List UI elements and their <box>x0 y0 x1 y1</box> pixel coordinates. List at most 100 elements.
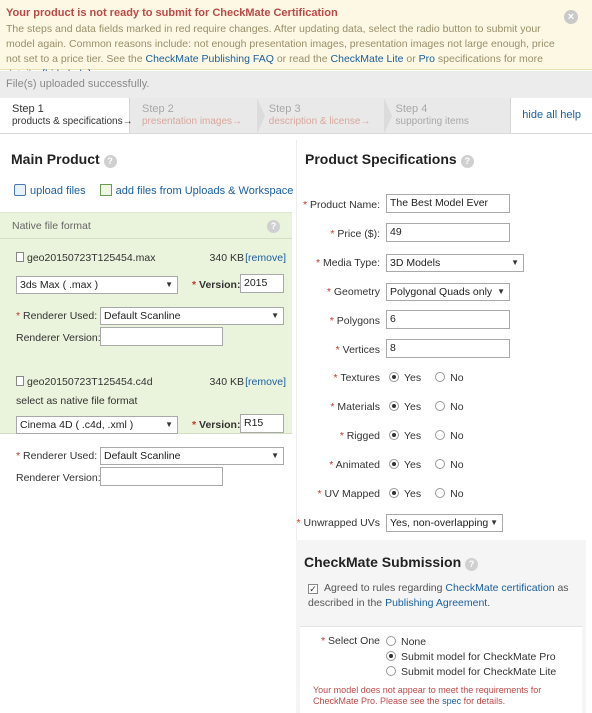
media-type-select[interactable]: 3D Models ▼ <box>386 254 524 272</box>
upload-actions: upload files add files from Uploads & Wor… <box>14 184 293 197</box>
certification-link[interactable]: CheckMate certification <box>445 582 554 594</box>
add-files-icon <box>99 184 112 196</box>
chevron-down-icon: ▼ <box>165 280 173 289</box>
agreement-text: . <box>487 597 491 609</box>
unwrapped-uvs-label: * Unwrapped UVs <box>296 517 380 529</box>
product-name-input[interactable]: The Best Model Ever <box>386 194 510 213</box>
vertices-input[interactable]: 8 <box>386 339 510 358</box>
radio-no[interactable]: No <box>435 459 464 471</box>
help-icon[interactable]: ? <box>460 154 474 168</box>
renderer-version-label: Renderer Version: <box>16 332 101 344</box>
radio-checked-icon <box>389 488 399 498</box>
step-number: Step 1 <box>12 103 44 115</box>
alert-text: or <box>403 53 419 65</box>
step-label: supporting items <box>395 116 469 127</box>
unwrapped-uvs-select[interactable]: Yes, non-overlapping ▼ <box>386 514 503 532</box>
radio-no[interactable]: No <box>435 372 464 384</box>
product-name-label: * Product Name: <box>302 199 380 211</box>
checkmate-radio-group: None Submit model for CheckMate Pro Subm… <box>386 635 556 680</box>
spec-link[interactable]: spec <box>442 696 461 706</box>
radio-label: Yes <box>404 401 422 413</box>
renderer-version-input[interactable] <box>100 327 223 346</box>
native-file-header: Native file format ? <box>0 213 292 239</box>
option-lite[interactable]: Submit model for CheckMate Lite <box>386 665 556 680</box>
radio-checked-icon <box>389 372 399 382</box>
renderer-used-label-text: Renderer Used: <box>23 450 98 462</box>
renderer-select[interactable]: Default Scanline ▼ <box>100 307 284 325</box>
radio-unchecked-icon <box>386 666 396 676</box>
upload-files-link[interactable]: upload files <box>30 185 86 197</box>
label-text: Materials <box>337 401 380 413</box>
publishing-agreement-link[interactable]: Publishing Agreement <box>385 597 487 609</box>
renderer-version-input[interactable] <box>100 467 223 486</box>
label-text: Product Name: <box>309 199 380 211</box>
native-file-label: Native file format <box>12 220 91 232</box>
main-product-heading: Main Product? <box>11 151 117 168</box>
help-icon[interactable]: ? <box>465 557 479 571</box>
file-row: geo20150723T125454.c4d 340 KB [remove] <box>16 376 286 388</box>
file-name: geo20150723T125454.max <box>27 252 156 264</box>
help-icon[interactable]: ? <box>103 154 117 168</box>
tab-step-1[interactable]: Step 1 products & specifications→ <box>0 98 133 133</box>
radio-label: Yes <box>404 430 422 442</box>
chevron-down-icon: ▼ <box>511 258 519 267</box>
tab-step-4[interactable]: Step 4 supporting items <box>384 98 511 133</box>
radio-yes[interactable]: Yes <box>389 459 421 471</box>
close-icon[interactable]: × <box>564 10 578 24</box>
radio-no[interactable]: No <box>435 430 464 442</box>
label-text: Vertices <box>342 344 380 356</box>
upload-notice: File(s) uploaded successfully. <box>0 71 592 98</box>
radio-yes[interactable]: Yes <box>389 372 421 384</box>
radio-yes[interactable]: Yes <box>389 488 421 500</box>
price-label: * Price ($): <box>330 228 380 240</box>
polygons-input[interactable]: 6 <box>386 310 510 329</box>
radio-label: No <box>450 488 464 500</box>
geometry-select[interactable]: Polygonal Quads only ▼ <box>386 283 510 301</box>
radio-checked-icon <box>389 401 399 411</box>
renderer-used-label: * Renderer Used: <box>16 450 98 462</box>
file-row: geo20150723T125454.max 340 KB [remove] <box>16 252 286 264</box>
file-size: 340 KB <box>209 376 244 388</box>
chevron-down-icon: ▼ <box>497 287 505 296</box>
faq-link[interactable]: CheckMate Publishing FAQ <box>146 53 274 65</box>
radio-yes[interactable]: Yes <box>389 401 421 413</box>
file-format-select[interactable]: Cinema 4D ( .c4d, .xml ) ▼ <box>16 416 178 434</box>
radio-label: Yes <box>404 459 422 471</box>
file-size: 340 KB <box>209 252 244 264</box>
select-value: Cinema 4D ( .c4d, .xml ) <box>20 419 134 431</box>
agreement-checkbox[interactable]: ✓ <box>308 584 318 594</box>
radio-unchecked-icon <box>435 372 446 382</box>
select-value: Default Scanline <box>104 450 181 462</box>
hide-all-help-link[interactable]: hide all help <box>510 98 592 133</box>
radio-no[interactable]: No <box>435 401 464 413</box>
file-format-select[interactable]: 3ds Max ( .max ) ▼ <box>16 276 178 294</box>
step-nav: Step 1 products & specifications→ Step 2… <box>0 98 592 134</box>
alert-title: Your product is not ready to submit for … <box>6 7 338 19</box>
option-none[interactable]: None <box>386 635 556 650</box>
select-native-link[interactable]: select as native file format <box>16 395 137 407</box>
radio-yes[interactable]: Yes <box>389 430 421 442</box>
tab-step-3[interactable]: Step 3 description & license→ <box>257 98 392 134</box>
add-files-link[interactable]: add files from Uploads & Workspace <box>116 185 294 197</box>
pro-spec-link[interactable]: Pro <box>419 53 435 65</box>
label-text: Rigged <box>346 430 380 442</box>
radio-label: No <box>450 372 464 384</box>
radio-label: Yes <box>404 488 422 500</box>
renderer-used-label: * Renderer Used: <box>16 310 98 322</box>
select-value: Yes, non-overlapping <box>390 517 489 529</box>
lite-spec-link[interactable]: CheckMate Lite <box>331 53 404 65</box>
renderer-select[interactable]: Default Scanline ▼ <box>100 447 284 465</box>
radio-label: None <box>401 636 427 648</box>
uv-mapped-label: * UV Mapped <box>317 488 380 500</box>
renderer-version-label: Renderer Version: <box>16 472 101 484</box>
warning-text: Your model does not appear to meet the r… <box>313 685 542 706</box>
radio-checked-icon <box>389 459 399 469</box>
price-input[interactable]: 49 <box>386 223 510 242</box>
tab-step-2[interactable]: Step 2 presentation images→ <box>130 98 265 134</box>
checkmate-submission-panel: CheckMate Submission? ✓ Agreed to rules r… <box>296 540 586 713</box>
radio-unchecked-icon <box>386 636 396 646</box>
label-text: Price ($): <box>337 228 380 240</box>
radio-no[interactable]: No <box>435 488 464 500</box>
radio-label: Yes <box>404 372 422 384</box>
option-pro[interactable]: Submit model for CheckMate Pro <box>386 650 556 665</box>
